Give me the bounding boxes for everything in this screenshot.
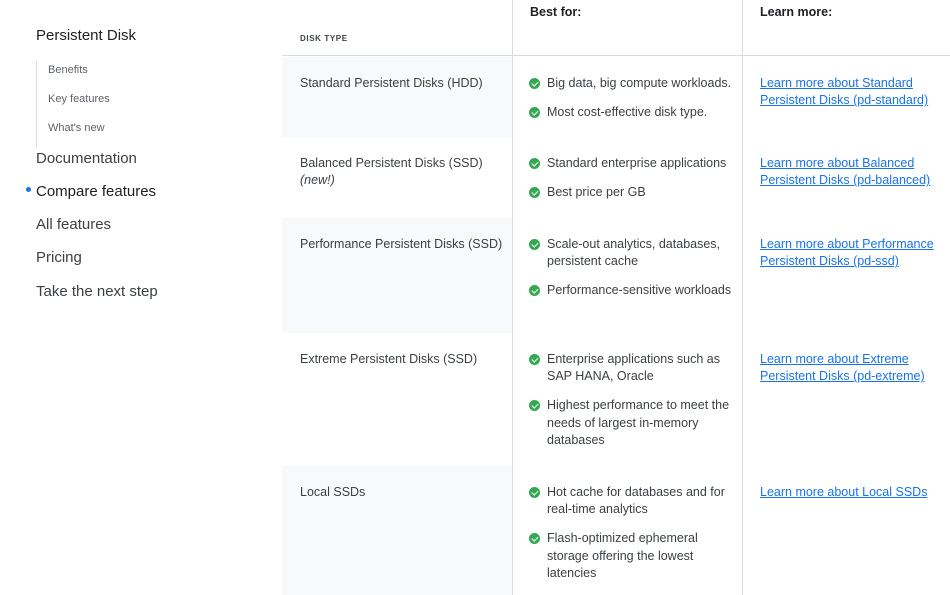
table-row: Balanced Persistent Disks (SSD) (new!) S… [282,137,950,218]
cell-best-for: Scale-out analytics, databases, persiste… [513,218,742,333]
list-item: Most cost-effective disk type. [529,104,742,121]
sidebar-item-compare-features[interactable]: Compare features [36,183,156,200]
sidebar-item-documentation[interactable]: Documentation [36,150,137,167]
new-note: (new!) [300,173,335,187]
learn-more-link-pd-extreme[interactable]: Learn more about Extreme Persistent Disk… [760,351,940,386]
cell-disk-type: Balanced Persistent Disks (SSD) (new!) [282,137,512,218]
table-row: Local SSDs Hot cache for databases and f… [282,466,950,595]
best-for-text: Flash-optimized ephemeral storage offeri… [547,531,698,581]
list-item: Big data, big compute workloads. [529,75,742,92]
check-circle-icon [529,533,540,545]
check-circle-icon [529,106,540,118]
check-circle-icon [529,285,540,297]
sidebar-item-all-features[interactable]: All features [36,216,111,233]
check-circle-icon [529,78,540,89]
disk-type-name: Standard Persistent Disks (HDD) [300,76,483,90]
cell-best-for: Standard enterprise applications Best pr… [513,137,742,218]
list-item: Enterprise applications such as SAP HANA… [529,351,742,386]
header-disk-type: DISK TYPE [300,34,348,43]
disk-type-name: Extreme Persistent Disks (SSD) [300,352,478,366]
list-item: Standard enterprise applications [529,155,742,172]
cell-disk-type: Extreme Persistent Disks (SSD) [282,333,512,466]
list-item: Highest performance to meet the needs of… [529,397,742,449]
cell-learn-more: Learn more about Extreme Persistent Disk… [743,333,950,466]
sidebar-item-take-next-step[interactable]: Take the next step [36,283,158,300]
sidebar-nav: Persistent Disk Benefits Key features Wh… [0,0,282,595]
active-indicator-dot [26,187,31,192]
list-item: Hot cache for databases and for real-tim… [529,484,742,519]
column-divider [742,0,743,595]
check-circle-icon [529,354,540,365]
check-circle-icon [529,487,540,498]
check-circle-icon [529,158,540,169]
sidebar-subitem-benefits[interactable]: Benefits [48,61,110,90]
learn-more-link-pd-ssd[interactable]: Learn more about Performance Persistent … [760,236,940,271]
list-item: Scale-out analytics, databases, persiste… [529,236,742,271]
learn-more-link-pd-standard[interactable]: Learn more about Standard Persistent Dis… [760,75,940,110]
cell-disk-type: Local SSDs [282,466,512,595]
disk-type-name: Balanced Persistent Disks (SSD) [300,156,483,170]
sidebar-title[interactable]: Persistent Disk [36,27,136,44]
learn-more-link-pd-balanced[interactable]: Learn more about Balanced Persistent Dis… [760,155,940,190]
column-divider [512,0,513,595]
cell-learn-more: Learn more about Local SSDs [743,466,950,595]
table-row: Standard Persistent Disks (HDD) Big data… [282,57,950,137]
sidebar-subnav: Benefits Key features What's new [36,61,110,148]
best-for-text: Enterprise applications such as SAP HANA… [547,352,721,384]
list-item: Best price per GB [529,184,742,201]
best-for-text: Best price per GB [547,184,646,199]
header-learn-more: Learn more: [760,5,833,19]
cell-best-for: Big data, big compute workloads. Most co… [513,57,742,137]
best-for-text: Standard enterprise applications [547,156,727,170]
cell-best-for: Enterprise applications such as SAP HANA… [513,333,742,466]
table-header: DISK TYPE Best for: Learn more: [282,0,950,56]
check-circle-icon [529,186,540,198]
cell-learn-more: Learn more about Standard Persistent Dis… [743,57,950,137]
header-best-for: Best for: [530,5,582,19]
compare-table: DISK TYPE Best for: Learn more: Standard… [282,0,950,595]
disk-type-name: Local SSDs [300,485,366,499]
best-for-text: Hot cache for databases and for real-tim… [547,485,725,517]
check-circle-icon [529,239,540,250]
sidebar-subitem-key-features[interactable]: Key features [48,90,110,119]
best-for-text: Big data, big compute workloads. [547,76,732,90]
best-for-text: Highest performance to meet the needs of… [547,398,730,448]
table-row: Extreme Persistent Disks (SSD) Enterpris… [282,333,950,466]
cell-learn-more: Learn more about Performance Persistent … [743,218,950,333]
cell-learn-more: Learn more about Balanced Persistent Dis… [743,137,950,218]
disk-type-name: Performance Persistent Disks (SSD) [300,237,503,251]
learn-more-link-local-ssd[interactable]: Learn more about Local SSDs [760,484,940,501]
best-for-text: Performance-sensitive workloads [547,283,732,298]
best-for-text: Scale-out analytics, databases, persiste… [547,237,721,269]
cell-best-for: Hot cache for databases and for real-tim… [513,466,742,595]
list-item: Performance-sensitive workloads [529,282,742,299]
sidebar-subitem-whats-new[interactable]: What's new [48,119,110,148]
cell-disk-type: Standard Persistent Disks (HDD) [282,57,512,137]
sidebar-item-pricing[interactable]: Pricing [36,249,82,266]
best-for-text: Most cost-effective disk type. [547,104,708,119]
check-circle-icon [529,400,540,412]
cell-disk-type: Performance Persistent Disks (SSD) [282,218,512,333]
table-row: Performance Persistent Disks (SSD) Scale… [282,218,950,333]
list-item: Flash-optimized ephemeral storage offeri… [529,530,742,582]
